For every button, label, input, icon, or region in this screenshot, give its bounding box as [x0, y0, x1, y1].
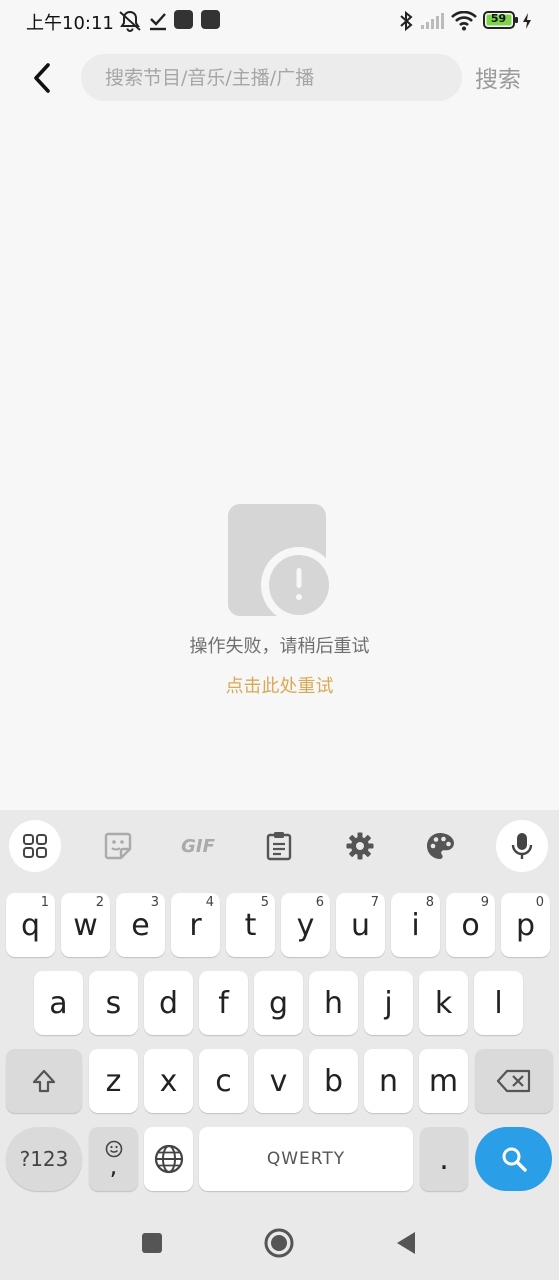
key-b[interactable]: b — [309, 1049, 358, 1113]
symbols-key[interactable]: ?123 — [6, 1127, 82, 1191]
signal-icon — [420, 12, 446, 34]
key-number-hint: 2 — [95, 895, 104, 910]
key-c[interactable]: c — [199, 1049, 248, 1113]
back-nav-button[interactable] — [389, 1226, 423, 1260]
back-button[interactable] — [22, 56, 62, 100]
key-z[interactable]: z — [89, 1049, 138, 1113]
key-number-hint: 1 — [40, 895, 49, 910]
comma-label: , — [109, 1152, 118, 1180]
key-label: p — [515, 907, 536, 943]
search-input[interactable] — [105, 54, 445, 101]
key-number-hint: 7 — [370, 895, 379, 910]
square-icon — [142, 1233, 162, 1253]
key-number-hint: 9 — [480, 895, 489, 910]
period-key[interactable]: . — [420, 1127, 468, 1191]
app-notification-icon — [201, 10, 220, 29]
key-g[interactable]: g — [254, 971, 303, 1035]
key-number-hint: 6 — [315, 895, 324, 910]
key-label: i — [411, 907, 420, 943]
key-k[interactable]: k — [419, 971, 468, 1035]
key-d[interactable]: d — [144, 971, 193, 1035]
key-l[interactable]: l — [474, 971, 523, 1035]
key-number-hint: 3 — [150, 895, 159, 910]
key-u[interactable]: u7 — [336, 893, 385, 957]
error-message: 操作失败，请稍后重试 — [189, 636, 370, 657]
status-bar: 上午10:11 59 — [0, 0, 559, 42]
key-y[interactable]: y6 — [281, 893, 330, 957]
key-w[interactable]: w2 — [61, 893, 110, 957]
backspace-icon — [496, 1069, 531, 1093]
key-number-hint: 8 — [425, 895, 434, 910]
key-t[interactable]: t5 — [226, 893, 275, 957]
retry-link[interactable]: 点击此处重试 — [0, 672, 559, 698]
status-time: 上午10:11 — [26, 13, 114, 34]
key-number-hint: 5 — [260, 895, 269, 910]
sticker-icon[interactable] — [92, 820, 144, 872]
shift-key[interactable] — [6, 1049, 82, 1113]
key-h[interactable]: h — [309, 971, 358, 1035]
charging-icon — [521, 12, 533, 34]
download-done-icon — [148, 10, 168, 36]
key-number-hint: 0 — [535, 895, 544, 910]
key-label: w — [73, 907, 98, 943]
home-button[interactable] — [262, 1226, 296, 1260]
key-label: q — [20, 907, 41, 943]
key-x[interactable]: x — [144, 1049, 193, 1113]
key-m[interactable]: m — [419, 1049, 468, 1113]
bluetooth-icon — [398, 10, 414, 36]
gif-icon[interactable]: GIF — [172, 820, 224, 872]
gif-label: GIF — [181, 835, 215, 857]
key-number-hint: 4 — [205, 895, 214, 910]
key-j[interactable]: j — [364, 971, 413, 1035]
key-q[interactable]: q1 — [6, 893, 55, 957]
search-button[interactable]: 搜索 — [475, 60, 521, 94]
clipboard-icon[interactable] — [253, 820, 305, 872]
language-key[interactable] — [144, 1127, 193, 1191]
chevron-left-icon — [34, 63, 50, 93]
key-label: r — [189, 907, 202, 943]
gear-icon[interactable] — [334, 820, 386, 872]
key-label: y — [296, 907, 315, 943]
shift-icon — [32, 1069, 56, 1093]
battery-level: 59 — [490, 12, 507, 25]
key-e[interactable]: e3 — [116, 893, 165, 957]
wifi-icon — [450, 10, 478, 35]
search-key[interactable] — [475, 1127, 552, 1191]
key-label: t — [244, 907, 257, 943]
apps-grid-icon[interactable] — [9, 820, 61, 872]
recents-button[interactable] — [135, 1226, 169, 1260]
triangle-back-icon — [397, 1232, 415, 1254]
mic-icon[interactable] — [496, 820, 548, 872]
error-icon — [227, 503, 337, 623]
key-r[interactable]: r4 — [171, 893, 220, 957]
emoji-comma-key[interactable]: , — [89, 1127, 138, 1191]
key-label: e — [131, 907, 150, 943]
globe-icon — [154, 1144, 183, 1174]
key-label: o — [461, 907, 480, 943]
search-box — [81, 54, 462, 101]
key-label: u — [350, 907, 370, 943]
key-n[interactable]: n — [364, 1049, 413, 1113]
space-key[interactable]: QWERTY — [199, 1127, 413, 1191]
key-o[interactable]: o9 — [446, 893, 495, 957]
key-s[interactable]: s — [89, 971, 138, 1035]
key-v[interactable]: v — [254, 1049, 303, 1113]
key-f[interactable]: f — [199, 971, 248, 1035]
search-icon — [502, 1147, 527, 1172]
mute-notification-icon — [118, 10, 142, 36]
app-notification-icon — [174, 10, 193, 29]
palette-icon[interactable] — [414, 820, 466, 872]
home-circle-icon — [264, 1228, 294, 1258]
key-i[interactable]: i8 — [391, 893, 440, 957]
key-p[interactable]: p0 — [501, 893, 550, 957]
backspace-key[interactable] — [475, 1049, 553, 1113]
key-a[interactable]: a — [34, 971, 83, 1035]
